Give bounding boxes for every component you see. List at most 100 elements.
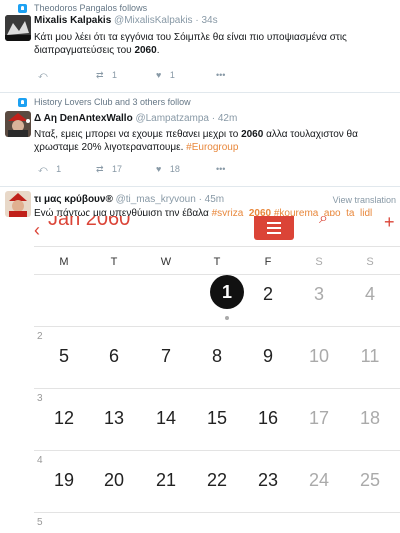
calendar-day[interactable]: 6	[99, 346, 129, 367]
calendar-day[interactable]: 14	[151, 408, 181, 429]
calendar-day-today[interactable]: 1	[210, 275, 244, 309]
author-name[interactable]: Mixalis Kalpakis	[34, 15, 111, 26]
avatar-image	[5, 15, 31, 41]
tweet-text-bold: 2060	[241, 129, 264, 140]
weekday-label: T	[110, 256, 118, 268]
menu-button[interactable]	[254, 216, 294, 240]
week-number: 2	[37, 331, 43, 342]
person-follow-icon	[18, 4, 27, 13]
tweet-text: Κάτι μου λέει ότι τα εγγόνια του Σόιμπλε…	[34, 31, 374, 57]
calendar-day[interactable]: 19	[49, 470, 79, 491]
calendar-day[interactable]: 20	[99, 470, 129, 491]
tweet-header: τι μας κρύβουν® @ti_mas_kryvoun · 45m	[34, 194, 224, 205]
week-number: 4	[37, 455, 43, 466]
person-follow-icon	[18, 98, 27, 107]
calendar-image: ‹ Jan 2060 ⌕ + MTWTFSS 2 3 4 5 1 2 3 4 5 6 7 8 9 10 11…	[34, 216, 400, 533]
divider	[34, 246, 400, 247]
reply-count: 1	[56, 164, 62, 174]
tweet-1[interactable]: Theodoros Pangalos follows Mixalis Kalpa…	[0, 0, 400, 92]
calendar-day[interactable]: 12	[49, 408, 79, 429]
calendar-day[interactable]: 9	[253, 346, 283, 367]
like-count: 1	[169, 70, 175, 80]
calendar-day[interactable]: 11	[355, 346, 385, 367]
tweet-time[interactable]: · 42m	[212, 113, 238, 124]
like-button[interactable]: ♥ 18	[156, 164, 180, 174]
month-label[interactable]: Jan 2060	[48, 216, 130, 231]
calendar-day[interactable]: 16	[253, 408, 283, 429]
like-count: 18	[169, 164, 180, 174]
reply-button[interactable]: ⤺ 1	[38, 164, 61, 175]
calendar-day[interactable]: 18	[355, 408, 385, 429]
tweet-actions: ⤺ ⇄ 1 ♥ 1 •••	[38, 70, 358, 82]
weekday-label: T	[213, 256, 221, 268]
avatar[interactable]	[5, 15, 31, 41]
tweet-text-part: .	[156, 45, 160, 56]
calendar-day[interactable]: 2	[253, 284, 283, 305]
avatar-image	[5, 191, 31, 217]
tweet-text-part: Κάτι μου λέει ότι τα εγγόνια του Σόιμπλε…	[34, 32, 347, 56]
more-icon[interactable]: •••	[216, 164, 225, 174]
tweet-context: Theodoros Pangalos follows	[34, 3, 148, 13]
more-icon[interactable]: •••	[216, 70, 225, 80]
calendar-day[interactable]: 24	[304, 470, 334, 491]
tweet-actions: ⤺ 1 ⇄ 17 ♥ 18 •••	[38, 164, 358, 176]
menu-bar	[267, 227, 281, 229]
weekday-label: F	[264, 256, 272, 268]
calendar-day[interactable]: 23	[253, 470, 283, 491]
divider	[34, 388, 400, 389]
like-button[interactable]: ♥ 1	[156, 70, 175, 80]
view-translation-link[interactable]: View translation	[333, 195, 396, 205]
avatar[interactable]	[5, 111, 31, 137]
tweet-header: Δ Αη DenAntexWallo @Lampatzampa · 42m	[34, 113, 237, 124]
event-dot	[225, 316, 229, 320]
week-number: 5	[37, 517, 43, 528]
weekday-label: M	[59, 256, 69, 268]
retweet-count: 17	[112, 164, 123, 174]
calendar-day[interactable]: 7	[151, 346, 181, 367]
tweet-text-part: Νταξ, εμεις μπορει να εχουμε πεθανει μεχ…	[34, 129, 242, 140]
menu-bar	[267, 222, 281, 224]
calendar-day[interactable]: 22	[202, 470, 232, 491]
calendar-day[interactable]: 3	[304, 284, 334, 305]
avatar[interactable]	[5, 191, 31, 217]
tweet-context: History Lovers Club and 3 others follow	[34, 97, 191, 107]
reply-icon[interactable]: ⤺	[38, 70, 48, 81]
retweet-button[interactable]: ⇄ 1	[96, 70, 117, 81]
search-icon[interactable]: ⌕	[319, 216, 333, 227]
calendar-header: ‹ Jan 2060 ⌕ +	[34, 216, 400, 244]
calendar-day[interactable]: 17	[304, 408, 334, 429]
chevron-down-icon[interactable]: ‹	[34, 220, 40, 241]
tweet-time[interactable]: · 45m	[199, 194, 225, 205]
tweet-text-bold: 2060	[134, 45, 157, 56]
calendar-day[interactable]: 13	[99, 408, 129, 429]
calendar-day[interactable]: 5	[49, 346, 79, 367]
author-handle[interactable]: @MixalisKalpakis	[114, 15, 193, 26]
tweet-time[interactable]: · 34s	[195, 15, 217, 26]
divider	[34, 450, 400, 451]
divider	[34, 512, 400, 513]
add-icon[interactable]: +	[384, 216, 395, 233]
avatar-image	[5, 111, 31, 137]
author-handle[interactable]: @Lampatzampa	[135, 113, 209, 124]
author-name[interactable]: τι μας κρύβουν®	[34, 194, 113, 205]
author-name[interactable]: Δ Αη DenAntexWallo	[34, 113, 133, 124]
weekday-label: W	[160, 256, 172, 268]
calendar-day[interactable]: 15	[202, 408, 232, 429]
hashtag-link[interactable]: #Eurogroup	[186, 142, 238, 153]
tweet-2[interactable]: History Lovers Club and 3 others follow …	[0, 93, 400, 185]
divider	[34, 326, 400, 327]
menu-bar	[267, 232, 281, 234]
retweet-count: 1	[112, 70, 118, 80]
tweet-text: Νταξ, εμεις μπορει να εχουμε πεθανει μεχ…	[34, 128, 374, 154]
calendar-day[interactable]: 10	[304, 346, 334, 367]
calendar-day[interactable]: 8	[202, 346, 232, 367]
author-handle[interactable]: @ti_mas_kryvoun	[116, 194, 196, 205]
week-number: 3	[37, 393, 43, 404]
calendar-day[interactable]: 21	[151, 470, 181, 491]
weekday-label: S	[366, 256, 374, 268]
calendar-day[interactable]: 25	[355, 470, 385, 491]
retweet-button[interactable]: ⇄ 17	[96, 164, 122, 175]
weekday-label: S	[315, 256, 323, 268]
tweet-header: Mixalis Kalpakis @MixalisKalpakis · 34s	[34, 15, 218, 26]
calendar-day[interactable]: 4	[355, 284, 385, 305]
